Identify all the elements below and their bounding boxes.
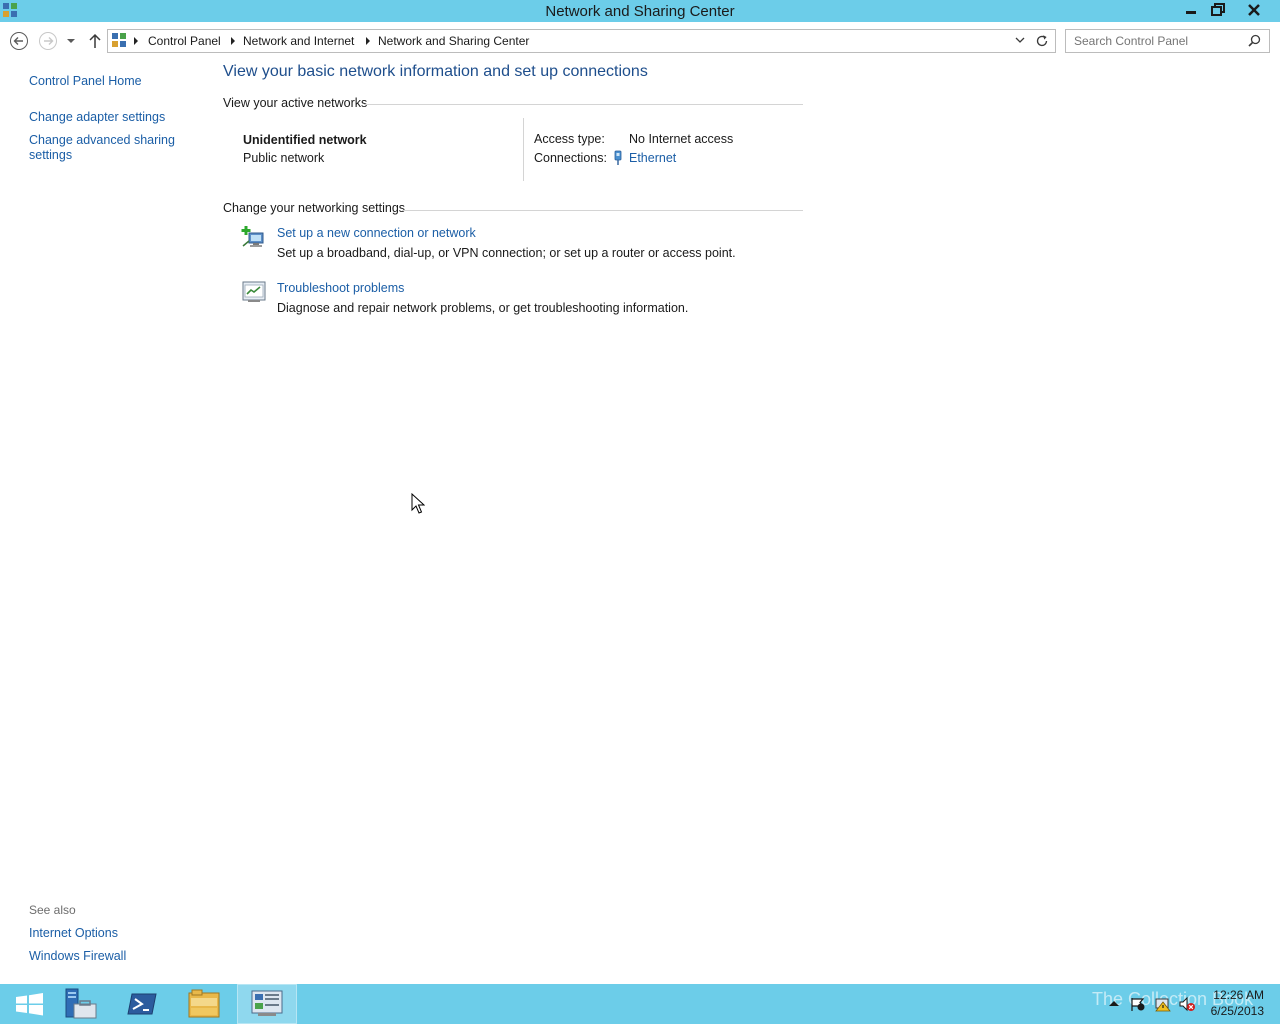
setup-new-connection-description: Set up a broadband, dial-up, or VPN conn…	[277, 246, 736, 260]
change-adapter-settings-link[interactable]: Change adapter settings	[29, 110, 165, 125]
taskbar: The Collection Book 12:26 AM 6/25/2013	[0, 984, 1280, 1024]
taskbar-control-panel-button[interactable]	[237, 984, 297, 1024]
troubleshoot-problems-link[interactable]: Troubleshoot problems	[277, 281, 404, 295]
clock-time: 12:26 AM	[1213, 988, 1264, 1002]
show-hidden-icons-chevron-icon[interactable]	[1108, 998, 1120, 1008]
see-also-label: See also	[29, 903, 76, 917]
breadcrumb-separator-icon[interactable]	[366, 37, 370, 45]
active-networks-label: View your active networks	[223, 96, 368, 110]
ethernet-icon	[614, 150, 622, 165]
section-divider	[402, 210, 803, 211]
recent-pages-chevron-icon[interactable]	[66, 36, 76, 46]
access-type-value: No Internet access	[629, 132, 734, 146]
breadcrumb-network-and-internet[interactable]: Network and Internet	[243, 34, 354, 48]
minimize-button[interactable]	[1178, 0, 1204, 20]
control-panel-home-link[interactable]: Control Panel Home	[29, 74, 142, 89]
change-settings-label: Change your networking settings	[223, 201, 406, 215]
ethernet-link[interactable]: Ethernet	[629, 151, 676, 165]
breadcrumb-network-and-sharing-center[interactable]: Network and Sharing Center	[378, 34, 529, 48]
setup-new-connection-link[interactable]: Set up a new connection or network	[277, 226, 476, 240]
server-manager-icon[interactable]	[50, 984, 110, 1024]
change-advanced-sharing-settings-link[interactable]: Change advanced sharing settings	[29, 133, 189, 163]
access-type-label: Access type:	[534, 132, 605, 146]
connections-label: Connections:	[534, 151, 607, 165]
back-button[interactable]	[9, 31, 29, 51]
close-button[interactable]	[1232, 0, 1276, 20]
refresh-icon[interactable]	[1035, 34, 1049, 48]
powershell-icon[interactable]	[112, 984, 172, 1024]
windows-firewall-link[interactable]: Windows Firewall	[29, 949, 126, 964]
page-title: View your basic network information and …	[223, 63, 648, 80]
control-panel-icon	[251, 990, 283, 1016]
network-warning-icon[interactable]	[1154, 996, 1172, 1012]
action-center-flag-icon[interactable]	[1129, 996, 1147, 1012]
control-panel-icon	[112, 33, 126, 47]
network-name: Unidentified network	[243, 133, 367, 147]
clock-date: 6/25/2013	[1210, 1004, 1264, 1018]
breadcrumb-control-panel[interactable]: Control Panel	[148, 34, 221, 48]
title-bar: Network and Sharing Center	[0, 0, 1280, 22]
window-title: Network and Sharing Center	[545, 3, 735, 20]
search-input[interactable]	[1072, 32, 1246, 50]
address-bar[interactable]: Control Panel Network and Internet Netwo…	[107, 29, 1056, 53]
network-type: Public network	[243, 151, 325, 165]
up-arrow-button[interactable]	[87, 32, 103, 50]
new-connection-icon[interactable]	[241, 225, 267, 249]
troubleshoot-problems-description: Diagnose and repair network problems, or…	[277, 301, 689, 315]
file-explorer-icon[interactable]	[174, 984, 234, 1024]
network-info-divider	[523, 118, 524, 181]
internet-options-link[interactable]: Internet Options	[29, 926, 118, 941]
restore-button[interactable]	[1205, 0, 1231, 20]
breadcrumb-separator-icon[interactable]	[134, 37, 138, 45]
address-history-chevron-icon[interactable]	[1015, 37, 1025, 45]
forward-button[interactable]	[38, 31, 58, 51]
troubleshoot-icon[interactable]	[242, 281, 266, 303]
section-divider	[364, 104, 803, 105]
breadcrumb-separator-icon[interactable]	[231, 37, 235, 45]
mouse-cursor-icon	[411, 493, 425, 514]
speaker-muted-icon[interactable]	[1178, 996, 1196, 1012]
search-box[interactable]	[1065, 29, 1270, 53]
search-icon[interactable]	[1248, 34, 1261, 47]
taskbar-clock[interactable]: 12:26 AM 6/25/2013	[1211, 987, 1264, 1019]
